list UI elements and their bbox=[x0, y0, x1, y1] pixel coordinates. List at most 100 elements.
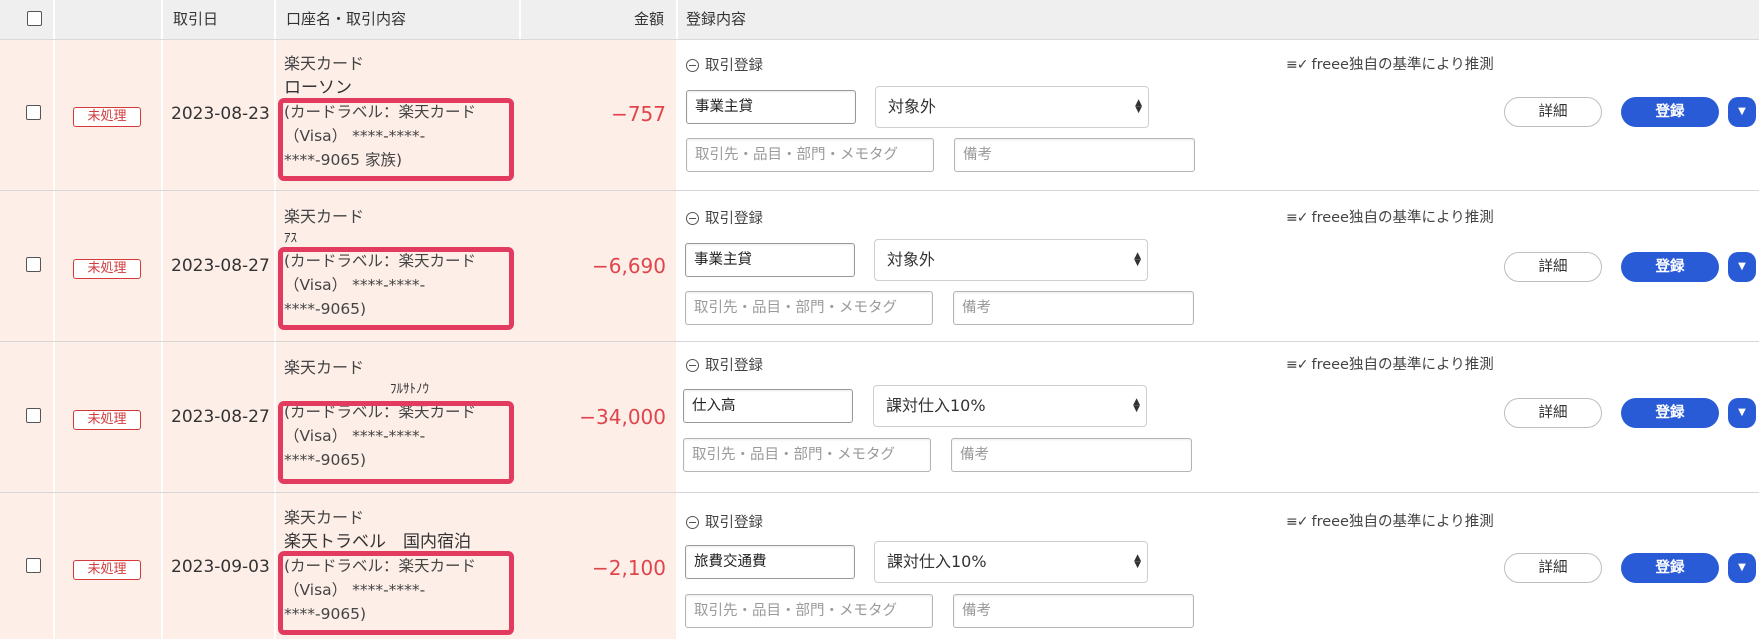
tax-category-select[interactable]: 対象外 ▲ ▼ bbox=[875, 86, 1149, 128]
transaction-date: 2023-08-23 bbox=[171, 104, 270, 124]
register-dropdown-button[interactable]: ▼ bbox=[1728, 398, 1756, 428]
register-button[interactable]: 登録 bbox=[1621, 252, 1719, 282]
account-item-input[interactable]: 仕入高 bbox=[683, 389, 853, 423]
guess-note-text: freee独自の基準により推測 bbox=[1311, 514, 1494, 530]
minus-circle-icon bbox=[686, 359, 699, 372]
partner-tag-input[interactable]: 取引先・品目・部門・メモタグ bbox=[683, 438, 931, 472]
minus-circle-icon bbox=[686, 212, 699, 225]
header-divider bbox=[161, 0, 163, 39]
payee-name: ﾌﾙｻﾄﾉｳ bbox=[390, 382, 429, 397]
amount-value: −757 bbox=[611, 102, 666, 126]
memo-input[interactable]: 備考 bbox=[951, 438, 1192, 472]
header-registration: 登録内容 bbox=[686, 10, 747, 28]
amount-value: −6,690 bbox=[591, 254, 666, 278]
partner-tag-input[interactable]: 取引先・品目・部門・メモタグ bbox=[685, 594, 933, 628]
highlight-box bbox=[278, 247, 514, 330]
tax-category-value: 対象外 bbox=[888, 97, 937, 116]
memo-input[interactable]: 備考 bbox=[954, 138, 1195, 172]
row-divider bbox=[53, 342, 55, 493]
header-date[interactable]: 取引日 bbox=[173, 0, 218, 39]
caret-down-icon: ▼ bbox=[1738, 562, 1746, 573]
status-badge: 未処理 bbox=[73, 107, 141, 127]
transaction-date: 2023-08-27 bbox=[171, 407, 270, 427]
caret-down-icon: ▼ bbox=[1738, 106, 1746, 117]
payee-name: ｱｽ bbox=[284, 231, 297, 246]
registration-toggle[interactable]: 取引登録 bbox=[686, 511, 763, 532]
status-badge: 未処理 bbox=[73, 410, 141, 430]
account-name: 楽天カード bbox=[284, 207, 365, 226]
guess-note: ≡✓ freee独自の基準により推測 bbox=[1286, 206, 1494, 227]
detail-button[interactable]: 詳細 bbox=[1504, 252, 1602, 282]
account-name: 楽天カード bbox=[284, 54, 365, 73]
select-all-checkbox[interactable] bbox=[27, 11, 42, 26]
highlight-box bbox=[278, 401, 514, 484]
row-checkbox[interactable] bbox=[26, 105, 41, 120]
account-item-input[interactable]: 旅費交通費 bbox=[685, 545, 855, 579]
register-dropdown-button[interactable]: ▼ bbox=[1728, 252, 1756, 282]
tax-category-select[interactable]: 課対仕入10% ▲ ▼ bbox=[873, 385, 1147, 427]
registration-toggle[interactable]: 取引登録 bbox=[686, 54, 763, 75]
guess-note-text: freee独自の基準により推測 bbox=[1311, 57, 1494, 73]
registration-toggle-label: 取引登録 bbox=[705, 58, 763, 74]
header-divider bbox=[519, 0, 521, 39]
header-divider bbox=[274, 0, 276, 39]
account-item-input[interactable]: 事業主貸 bbox=[686, 90, 856, 124]
register-button[interactable]: 登録 bbox=[1621, 398, 1719, 428]
tax-category-value: 対象外 bbox=[887, 250, 936, 269]
tax-category-value: 課対仕入10% bbox=[887, 552, 987, 571]
minus-circle-icon bbox=[686, 516, 699, 529]
table-header: 取引日 口座名・取引内容 金額 登録内容 bbox=[0, 0, 1759, 40]
row-checkbox[interactable] bbox=[26, 257, 41, 272]
registration-toggle[interactable]: 取引登録 bbox=[686, 354, 763, 375]
header-account[interactable]: 口座名・取引内容 bbox=[286, 0, 406, 39]
status-badge: 未処理 bbox=[73, 259, 141, 279]
guess-icon: ≡✓ bbox=[1286, 357, 1308, 373]
row-divider bbox=[53, 191, 55, 342]
row-divider bbox=[274, 493, 276, 639]
guess-note: ≡✓ freee独自の基準により推測 bbox=[1286, 53, 1494, 74]
partner-tag-input[interactable]: 取引先・品目・部門・メモタグ bbox=[685, 291, 933, 325]
detail-button[interactable]: 詳細 bbox=[1504, 398, 1602, 428]
table-row: 未処理 2023-08-27 楽天カード ﾌﾙｻﾄﾉｳ (カードラベル：楽天カー… bbox=[0, 342, 1759, 493]
row-divider bbox=[274, 342, 276, 493]
select-arrows-icon: ▲ ▼ bbox=[1134, 553, 1141, 570]
caret-down-icon: ▼ bbox=[1738, 261, 1746, 272]
header-divider bbox=[53, 0, 55, 39]
row-divider bbox=[161, 40, 163, 191]
tax-category-select[interactable]: 課対仕入10% ▲ ▼ bbox=[874, 541, 1148, 583]
partner-tag-input[interactable]: 取引先・品目・部門・メモタグ bbox=[686, 138, 934, 172]
header-amount[interactable]: 金額 bbox=[540, 0, 664, 39]
detail-button[interactable]: 詳細 bbox=[1504, 553, 1602, 583]
guess-note-text: freee独自の基準により推測 bbox=[1311, 357, 1494, 373]
tax-category-select[interactable]: 対象外 ▲ ▼ bbox=[874, 239, 1148, 281]
account-name: 楽天カード bbox=[284, 508, 365, 527]
registration-toggle-label: 取引登録 bbox=[705, 515, 763, 531]
account-name: 楽天カード bbox=[284, 358, 365, 377]
account-item-input[interactable]: 事業主貸 bbox=[685, 243, 855, 277]
table-row: 未処理 2023-08-23 楽天カード ローソン (カードラベル：楽天カード … bbox=[0, 40, 1759, 191]
memo-input[interactable]: 備考 bbox=[953, 594, 1194, 628]
highlight-box bbox=[278, 98, 514, 181]
register-dropdown-button[interactable]: ▼ bbox=[1728, 97, 1756, 127]
amount-value: −2,100 bbox=[591, 556, 666, 580]
minus-circle-icon bbox=[686, 59, 699, 72]
header-divider bbox=[676, 0, 678, 39]
tax-category-value: 課対仕入10% bbox=[886, 396, 986, 415]
register-button[interactable]: 登録 bbox=[1621, 553, 1719, 583]
row-checkbox[interactable] bbox=[26, 408, 41, 423]
register-button[interactable]: 登録 bbox=[1621, 97, 1719, 127]
table-row: 未処理 2023-09-03 楽天カード 楽天トラベル 国内宿泊 (カードラベル… bbox=[0, 493, 1759, 639]
guess-note: ≡✓ freee独自の基準により推測 bbox=[1286, 353, 1494, 374]
memo-input[interactable]: 備考 bbox=[953, 291, 1194, 325]
row-divider bbox=[274, 191, 276, 342]
register-dropdown-button[interactable]: ▼ bbox=[1728, 553, 1756, 583]
row-divider bbox=[161, 342, 163, 493]
row-divider bbox=[161, 191, 163, 342]
guess-icon: ≡✓ bbox=[1286, 210, 1308, 226]
guess-icon: ≡✓ bbox=[1286, 514, 1308, 530]
amount-value: −34,000 bbox=[579, 405, 666, 429]
detail-button[interactable]: 詳細 bbox=[1504, 97, 1602, 127]
row-checkbox[interactable] bbox=[26, 558, 41, 573]
transaction-list: 取引日 口座名・取引内容 金額 登録内容 未処理 2023-08-23 楽天カー… bbox=[0, 0, 1759, 639]
registration-toggle[interactable]: 取引登録 bbox=[686, 207, 763, 228]
